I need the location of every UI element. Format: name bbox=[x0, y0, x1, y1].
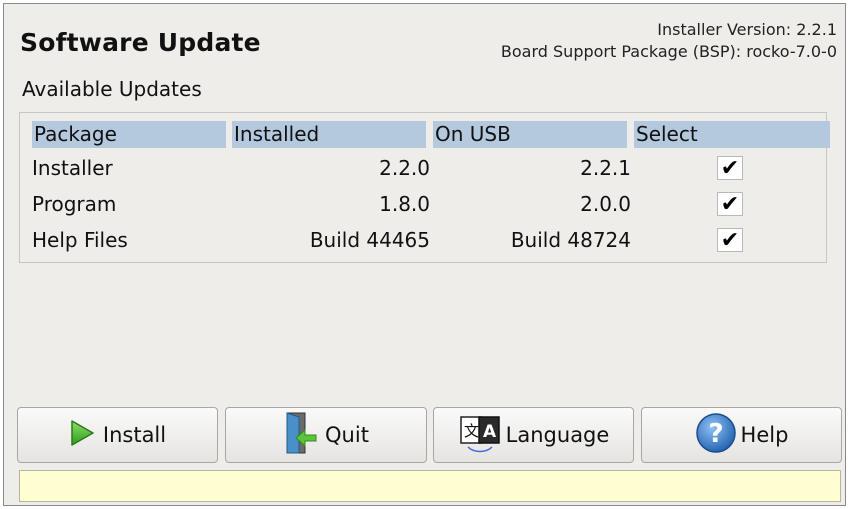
updates-table: Package Installed On USB Select Installe… bbox=[19, 112, 830, 263]
column-header-package: Package bbox=[32, 121, 226, 148]
table-row: Installer 2.2.0 2.2.1 ✔ bbox=[20, 150, 826, 186]
svg-text:文: 文 bbox=[464, 422, 479, 440]
help-icon: ? bbox=[695, 412, 737, 459]
table-row: Program 1.8.0 2.0.0 ✔ bbox=[20, 186, 826, 222]
package-cell: Help Files bbox=[32, 228, 128, 252]
language-button-label: Language bbox=[505, 423, 610, 447]
help-button[interactable]: ? Help bbox=[641, 407, 842, 463]
installer-version-label: Installer Version bbox=[657, 20, 786, 39]
column-header-installed: Installed bbox=[232, 121, 426, 148]
install-button[interactable]: Install bbox=[17, 407, 218, 463]
bsp-line: Board Support Package (BSP): rocko-7.0-0 bbox=[500, 42, 837, 61]
software-update-window: Software Update Installer Version: 2.2.1… bbox=[3, 3, 846, 506]
svg-text:A: A bbox=[483, 422, 497, 442]
install-button-label: Install bbox=[102, 423, 167, 447]
select-checkbox[interactable]: ✔ bbox=[717, 156, 743, 180]
installed-version-cell: 1.8.0 bbox=[379, 192, 430, 216]
package-cell: Program bbox=[32, 192, 117, 216]
quit-button-label: Quit bbox=[325, 423, 369, 447]
page-title: Software Update bbox=[20, 28, 261, 57]
language-icon: 文 A bbox=[458, 411, 502, 460]
quit-button[interactable]: Quit bbox=[225, 407, 427, 463]
column-header-select: Select bbox=[634, 121, 830, 148]
status-bar bbox=[19, 470, 841, 502]
play-icon bbox=[69, 419, 95, 452]
installer-version-value: 2.2.1 bbox=[796, 20, 837, 39]
column-header-on-usb: On USB bbox=[433, 121, 627, 148]
bsp-value: rocko-7.0-0 bbox=[746, 42, 837, 61]
installed-version-cell: 2.2.0 bbox=[379, 156, 430, 180]
package-cell: Installer bbox=[32, 156, 113, 180]
usb-version-cell: 2.2.1 bbox=[580, 156, 631, 180]
available-updates-label: Available Updates bbox=[22, 77, 202, 101]
select-checkbox[interactable]: ✔ bbox=[717, 192, 743, 216]
svg-text:?: ? bbox=[708, 419, 723, 449]
bsp-label: Board Support Package (BSP) bbox=[500, 42, 736, 61]
language-button[interactable]: 文 A Language bbox=[433, 407, 634, 463]
select-checkbox[interactable]: ✔ bbox=[717, 228, 743, 252]
table-row: Help Files Build 44465 Build 48724 ✔ bbox=[20, 222, 826, 258]
installed-version-cell: Build 44465 bbox=[309, 228, 430, 252]
version-info: Installer Version: 2.2.1 Board Support P… bbox=[501, 19, 837, 63]
exit-door-icon bbox=[283, 411, 317, 460]
usb-version-cell: 2.0.0 bbox=[580, 192, 631, 216]
installer-version-line: Installer Version: 2.2.1 bbox=[657, 20, 837, 39]
usb-version-cell: Build 48724 bbox=[510, 228, 631, 252]
help-button-label: Help bbox=[740, 423, 789, 447]
